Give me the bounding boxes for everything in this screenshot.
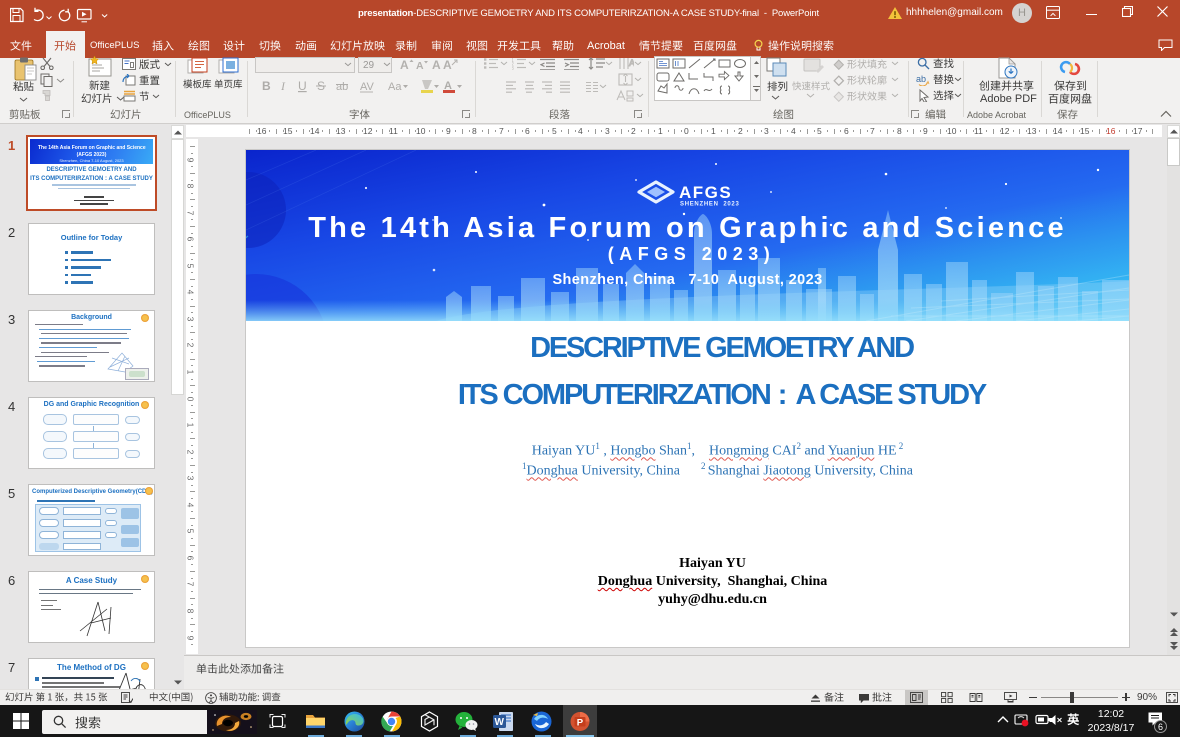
svg-text:AFGS: AFGS bbox=[679, 183, 732, 202]
svg-text:Aa: Aa bbox=[388, 81, 402, 93]
svg-text:I: I bbox=[280, 79, 286, 93]
svg-text:U: U bbox=[298, 79, 307, 93]
svg-text:SHENZHEN 2023: SHENZHEN 2023 bbox=[680, 202, 740, 208]
svg-text:ab: ab bbox=[916, 74, 926, 84]
svg-text:A: A bbox=[400, 58, 409, 72]
svg-text:W: W bbox=[495, 717, 505, 728]
svg-text:A: A bbox=[416, 60, 424, 72]
svg-text:P: P bbox=[577, 718, 584, 729]
svg-text:A: A bbox=[443, 58, 452, 72]
svg-text:3: 3 bbox=[512, 66, 514, 70]
svg-text:AV: AV bbox=[360, 81, 375, 93]
svg-text:B: B bbox=[262, 79, 271, 93]
svg-text:A: A bbox=[432, 58, 441, 72]
svg-text:ab: ab bbox=[336, 81, 348, 93]
